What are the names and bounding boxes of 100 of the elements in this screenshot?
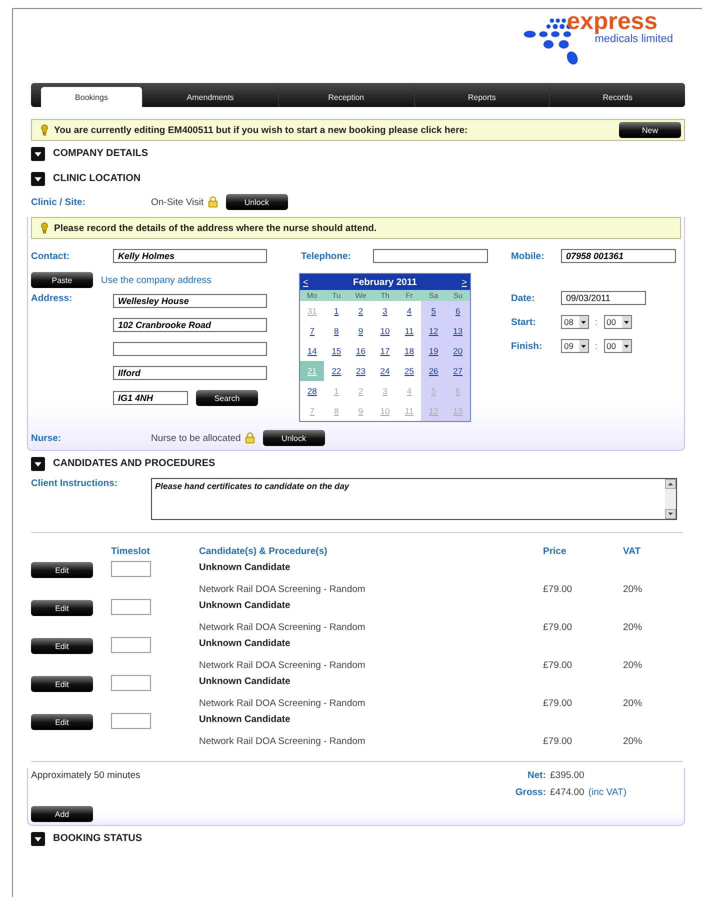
hour-select[interactable]: 09 [561,339,589,353]
telephone-field[interactable] [373,249,488,263]
calendar-day[interactable]: 6 [446,301,470,321]
calendar-day[interactable]: 3 [372,301,398,321]
candidate-name: Unknown Candidate [199,562,292,573]
nav-tab[interactable]: Bookings [41,87,142,107]
calendar-day[interactable]: 20 [446,341,470,361]
nav-tab[interactable]: Reception [278,87,414,107]
next-month-link[interactable]: > [462,277,467,287]
scroll-up-icon[interactable] [665,479,676,489]
vat-note: (inc VAT) [588,787,627,798]
nav-tab[interactable]: Amendments [142,87,278,107]
edit-button[interactable]: Edit [31,638,93,654]
nav-tab[interactable]: Reports [414,87,550,107]
procedure-name: Network Rail DOA Screening - Random [199,736,366,747]
vat-cell-text: 20% [623,660,644,673]
previous-month-link[interactable]: < [303,277,308,287]
timeslot-field[interactable] [111,599,151,615]
vat-cell-text: 20% [623,622,644,635]
padlock-icon [244,432,255,444]
calendar-day[interactable]: 27 [446,361,470,381]
calendar-day[interactable]: 1 [324,301,349,321]
search-button[interactable]: Search [196,390,258,406]
time-separator: : [595,317,598,327]
address-field[interactable]: 102 Cranbrooke Road [113,318,267,332]
calendar-day[interactable]: 22 [324,361,349,381]
net-amount: £395.00 [550,770,584,781]
contact-field[interactable]: Kelly Holmes [113,249,267,263]
candidate-name: Unknown Candidate [199,676,292,687]
price-cell-text: £79.00 [543,584,574,597]
price-cell-text: £79.00 [543,698,574,711]
notice-text: You are currently editing EM400511 but if you wish to start a new booking please click here: [54,124,469,136]
calendar-day[interactable]: 17 [372,341,398,361]
calendar-day[interactable]: 24 [372,361,398,381]
paste-button[interactable]: Paste [31,272,93,288]
calendar-day[interactable]: 7 [300,321,324,341]
collapse-toggle-icon[interactable] [31,146,45,160]
date-field[interactable]: 09/03/2011 [561,291,646,305]
timeslot-field[interactable] [111,561,151,577]
procedure-name: Network Rail DOA Screening - Random [199,660,366,671]
new-button[interactable]: New [619,122,681,138]
section-title: COMPANY DETAILS [53,148,148,159]
minute-select[interactable]: 00 [604,339,632,353]
lightbulb-icon [40,124,49,136]
company-address-link[interactable]: Use the company address [101,274,212,286]
calendar-day[interactable]: 19 [421,341,446,361]
column-header: VAT [623,546,642,556]
section-title: CANDIDATES AND PROCEDURES [53,458,216,469]
scroll-down-icon[interactable] [665,509,676,519]
field-label: Client Instructions: [31,478,119,489]
address-field[interactable]: Ilford [113,366,267,380]
candidate-name: Unknown Candidate [199,638,292,649]
scrollbar[interactable] [665,479,676,519]
collapse-toggle-icon[interactable] [31,172,45,186]
calendar-day[interactable]: 8 [324,321,349,341]
instructions-field[interactable]: Please hand certificates to candidate on the day [151,478,677,520]
calendar-day[interactable]: 13 [446,321,470,341]
vat-cell-text: 20% [623,584,644,597]
clinic-value: On-Site Visit [151,196,204,208]
edit-button[interactable]: Edit [31,714,93,730]
calendar-day[interactable]: 10 [372,321,398,341]
timeslot-field[interactable] [111,637,151,653]
calendar-day[interactable]: 5 [421,301,446,321]
unlock-button[interactable]: Unlock [262,430,325,446]
calendar-day[interactable]: 4 [397,301,422,321]
calendar-day[interactable]: 9 [348,321,373,341]
candidate-name: Unknown Candidate [199,714,292,725]
price-cell-text: £79.00 [543,660,574,673]
collapse-toggle-icon[interactable] [31,832,45,846]
add-button[interactable]: Add [31,806,93,822]
minute-select[interactable]: 00 [604,315,632,329]
calendar-day[interactable]: 23 [348,361,373,381]
unlock-button[interactable]: Unlock [226,194,288,210]
timeslot-field[interactable] [111,675,151,691]
timeslot-field[interactable] [111,713,151,729]
company-logo: express medicals limited [522,11,673,73]
address-field[interactable] [113,342,267,356]
collapse-toggle-icon[interactable] [31,456,45,470]
procedure-name: Network Rail DOA Screening - Random [199,584,366,595]
calendar-day[interactable]: 18 [397,341,422,361]
calendar-day[interactable]: 15 [324,341,349,361]
calendar-day[interactable]: 16 [348,341,373,361]
edit-button[interactable]: Edit [31,676,93,692]
calendar-day[interactable]: 26 [421,361,446,381]
mobile-field[interactable]: 07958 001361 [561,249,676,263]
section-title: CLINIC LOCATION [53,173,141,184]
nav-tab[interactable]: Records [549,87,685,107]
time-separator: : [595,341,598,351]
address-field[interactable]: Wellesley House [113,294,267,308]
calendar-day[interactable]: 11 [397,321,422,341]
column-header: Price [543,546,568,556]
calendar-day[interactable]: 28 [300,381,324,401]
hour-select[interactable]: 08 [561,315,589,329]
calendar-day[interactable]: 2 [348,301,373,321]
edit-button[interactable]: Edit [31,562,93,578]
edit-button[interactable]: Edit [31,600,93,616]
calendar-day[interactable]: 12 [421,321,446,341]
calendar-day[interactable]: 25 [397,361,422,381]
calendar-day[interactable]: 14 [300,341,324,361]
postcode-field[interactable]: IG1 4NH [113,391,188,405]
